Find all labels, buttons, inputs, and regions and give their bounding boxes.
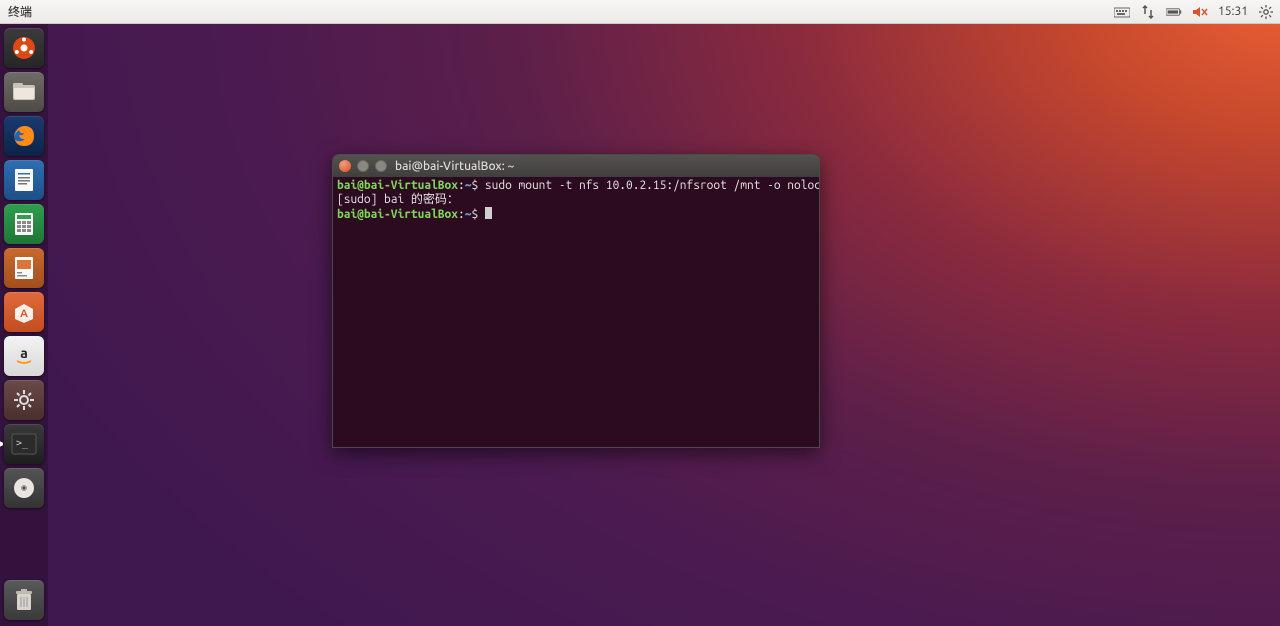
svg-text:>_: >_ (16, 438, 29, 449)
launcher-writer[interactable] (4, 160, 44, 200)
launcher-files[interactable] (4, 72, 44, 112)
gear-icon[interactable] (1258, 4, 1274, 20)
terminal-line-2: [sudo] bai 的密码： (337, 193, 459, 206)
terminal-window-title: bai@bai-VirtualBox: ~ (395, 160, 514, 173)
terminal-cursor (485, 207, 492, 219)
launcher-amazon[interactable]: a (4, 336, 44, 376)
launcher-terminal[interactable]: >_ (4, 424, 44, 464)
prompt-user: bai@bai-VirtualBox (337, 208, 458, 221)
launcher-settings[interactable] (4, 380, 44, 420)
launcher-firefox[interactable] (4, 116, 44, 156)
window-maximize-button[interactable] (375, 160, 387, 172)
window-minimize-button[interactable] (357, 160, 369, 172)
menubar: 终端 15:31 (0, 0, 1280, 24)
clock[interactable]: 15:31 (1218, 5, 1248, 18)
terminal-titlebar[interactable]: bai@bai-VirtualBox: ~ (333, 155, 819, 177)
launcher: A a >_ (0, 24, 48, 626)
terminal-window[interactable]: bai@bai-VirtualBox: ~ bai@bai-VirtualBox… (332, 154, 820, 448)
launcher-calc[interactable] (4, 204, 44, 244)
terminal-body[interactable]: bai@bai-VirtualBox:~$ sudo mount -t nfs … (333, 177, 819, 447)
network-icon[interactable] (1140, 4, 1156, 20)
launcher-impress[interactable] (4, 248, 44, 288)
volume-mute-icon[interactable] (1192, 4, 1208, 20)
keyboard-icon[interactable] (1114, 4, 1130, 20)
battery-icon[interactable] (1166, 4, 1182, 20)
launcher-dash[interactable] (4, 28, 44, 68)
launcher-disc[interactable] (4, 468, 44, 508)
svg-text:A: A (20, 308, 28, 320)
launcher-software[interactable]: A (4, 292, 44, 332)
svg-text:a: a (20, 345, 28, 361)
window-close-button[interactable] (339, 160, 351, 172)
system-tray: 15:31 (1114, 4, 1274, 20)
launcher-trash[interactable] (4, 580, 44, 620)
terminal-line-1: sudo mount -t nfs 10.0.2.15:/nfsroot /mn… (485, 179, 820, 192)
prompt-user: bai@bai-VirtualBox (337, 179, 458, 192)
active-app-title: 终端 (8, 3, 32, 20)
